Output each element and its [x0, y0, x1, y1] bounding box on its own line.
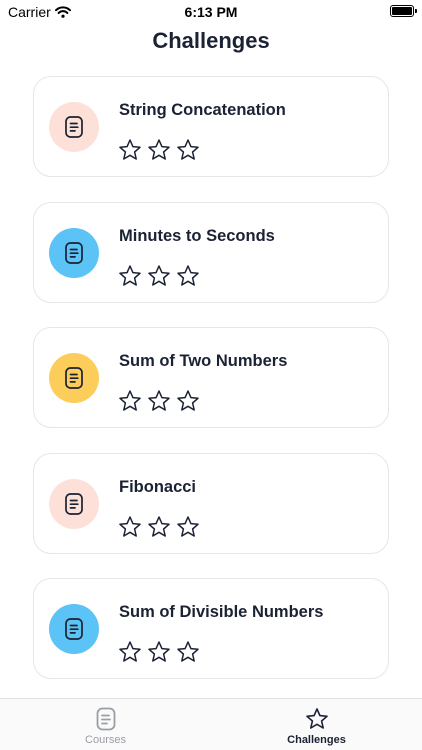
star-icon	[177, 641, 199, 662]
document-glyph	[65, 492, 83, 515]
star-icon	[177, 264, 199, 286]
star-icon	[119, 264, 141, 286]
star-icon	[119, 515, 141, 537]
document-glyph	[65, 618, 83, 640]
challenge-list: String Concatenation Minutes to Seconds …	[33, 76, 389, 704]
document-glyph	[65, 367, 83, 389]
document-icon	[49, 604, 99, 654]
challenge-title: Sum of Divisible Numbers	[119, 603, 324, 621]
challenge-card[interactable]: String Concatenation	[33, 76, 389, 177]
star-icon	[177, 390, 199, 411]
star-rating	[118, 138, 200, 162]
star-icon	[177, 515, 199, 537]
star-icon	[148, 264, 170, 286]
challenge-card[interactable]: Sum of Two Numbers	[33, 327, 389, 428]
tab-courses[interactable]: Courses	[0, 699, 211, 750]
challenge-title: String Concatenation	[119, 101, 286, 119]
status-time: 6:13 PM	[184, 4, 238, 20]
star-rating	[118, 264, 200, 288]
tab-bar: Courses Challenges	[0, 698, 422, 750]
star-rating	[118, 515, 200, 539]
page-title: Challenges	[152, 28, 270, 53]
document-glyph	[65, 241, 83, 264]
document-icon	[49, 478, 99, 529]
star-rating	[118, 389, 200, 413]
document-icon	[96, 707, 115, 731]
star-rating	[118, 640, 200, 664]
star-icon	[148, 390, 170, 411]
star-icon	[119, 139, 141, 160]
star-icon	[119, 641, 141, 662]
challenge-card[interactable]: Sum of Divisible Numbers	[33, 578, 389, 679]
challenge-card[interactable]: Fibonacci	[33, 452, 389, 554]
challenge-title: Sum of Two Numbers	[119, 352, 288, 370]
status-bar: Carrier 6:13 PM	[0, 0, 422, 24]
document-glyph	[65, 116, 83, 138]
battery-level-fill	[392, 7, 412, 15]
star-icon	[119, 390, 141, 411]
tab-label: Courses	[85, 734, 126, 746]
document-icon	[49, 227, 99, 278]
tab-challenges[interactable]: Challenges	[211, 699, 422, 750]
star-icon	[305, 708, 328, 729]
document-icon	[49, 353, 99, 403]
challenges-screen: Carrier 6:13 PM Challenges String Concat…	[0, 0, 422, 750]
star-icon	[148, 641, 170, 662]
battery-icon	[390, 5, 417, 17]
document-icon	[49, 102, 99, 152]
tab-label: Challenges	[287, 734, 346, 746]
star-icon	[148, 515, 170, 537]
star-icon	[177, 139, 199, 160]
star-icon	[148, 139, 170, 160]
challenge-title: Minutes to Seconds	[119, 226, 275, 245]
challenge-card[interactable]: Minutes to Seconds	[33, 201, 389, 303]
challenge-title: Fibonacci	[119, 477, 197, 496]
